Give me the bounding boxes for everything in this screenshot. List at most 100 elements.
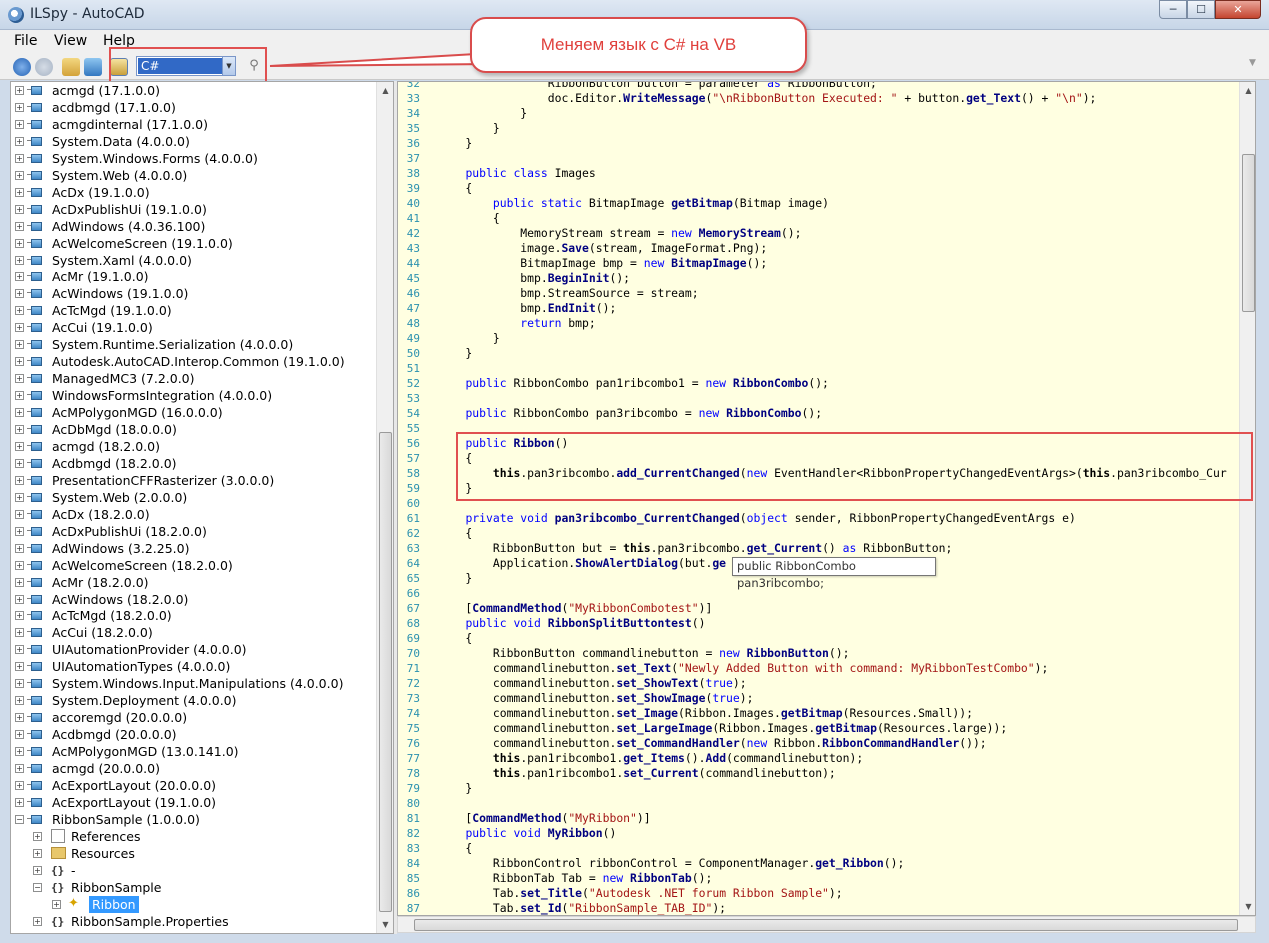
tree-item[interactable]: + AcMPolygonMGD (13.0.141.0): [11, 743, 379, 760]
tree-item[interactable]: + acdbmgd (17.1.0.0): [11, 99, 379, 116]
code-text[interactable]: RibbonTab Tab = new RibbonTab();: [438, 871, 712, 886]
expand-icon[interactable]: +: [15, 797, 24, 807]
expand-icon[interactable]: +: [15, 780, 24, 790]
tree-item[interactable]: + PresentationCFFRasterizer (3.0.0.0): [11, 472, 379, 489]
expand-icon[interactable]: +: [15, 204, 24, 214]
expand-icon[interactable]: +: [15, 611, 24, 621]
tree-item[interactable]: + AcMPolygonMGD (16.0.0.0): [11, 404, 379, 421]
tree-item[interactable]: + acmgd (20.0.0.0): [11, 760, 379, 777]
code-text[interactable]: {: [438, 841, 472, 856]
scroll-thumb[interactable]: [379, 432, 392, 912]
expand-icon[interactable]: +: [33, 848, 42, 858]
code-text[interactable]: doc.Editor.WriteMessage("\nRibbonButton …: [438, 91, 1097, 106]
code-text[interactable]: RibbonButton but = this.pan3ribcombo.get…: [438, 541, 953, 556]
tree-item-resources[interactable]: + Resources: [11, 845, 379, 862]
code-text[interactable]: commandlinebutton.set_ShowImage(true);: [438, 691, 754, 706]
code-text[interactable]: }: [438, 136, 472, 151]
tree-item[interactable]: + AcCui (19.1.0.0): [11, 319, 379, 336]
code-text[interactable]: this.pan1ribcombo1.get_Items().Add(comma…: [438, 751, 863, 766]
code-text[interactable]: {: [438, 631, 472, 646]
collapse-icon[interactable]: −: [33, 882, 42, 892]
expand-icon[interactable]: +: [15, 662, 24, 672]
tree-item[interactable]: + AcDxPublishUi (18.2.0.0): [11, 523, 379, 540]
tree-item[interactable]: + System.Windows.Forms (4.0.0.0): [11, 150, 379, 167]
tree-item[interactable]: + UIAutomationProvider (4.0.0.0): [11, 641, 379, 658]
expand-icon[interactable]: +: [15, 645, 24, 655]
code-text[interactable]: Application.ShowAlertDialog(but.ge: [438, 556, 726, 571]
code-text[interactable]: commandlinebutton.set_LargeImage(Ribbon.…: [438, 721, 1007, 736]
tree-item[interactable]: + AdWindows (3.2.25.0): [11, 540, 379, 557]
code-horizontal-scrollbar[interactable]: [397, 916, 1256, 933]
expand-icon[interactable]: +: [15, 458, 24, 468]
tree-item[interactable]: + AcDx (19.1.0.0): [11, 184, 379, 201]
maximize-button[interactable]: ☐: [1187, 0, 1215, 19]
code-text[interactable]: public void MyRibbon(): [438, 826, 616, 841]
tree-item[interactable]: + accoremgd (20.0.0.0): [11, 709, 379, 726]
expand-icon[interactable]: +: [33, 916, 42, 926]
expand-icon[interactable]: +: [15, 289, 24, 299]
code-text[interactable]: Tab.set_Id("RibbonSample_TAB_ID");: [438, 901, 726, 915]
tree-item[interactable]: + AdWindows (4.0.36.100): [11, 218, 379, 235]
code-text[interactable]: [CommandMethod("MyRibbon")]: [438, 811, 650, 826]
code-text[interactable]: public RibbonCombo pan1ribcombo1 = new R…: [438, 376, 828, 391]
code-text[interactable]: }: [438, 346, 472, 361]
expand-icon[interactable]: +: [15, 323, 24, 333]
code-text[interactable]: commandlinebutton.set_ShowText(true);: [438, 676, 747, 691]
tree-item[interactable]: + ManagedMC3 (7.2.0.0): [11, 370, 379, 387]
tree-item[interactable]: + acmgd (17.1.0.0): [11, 82, 379, 99]
code-text[interactable]: RibbonButton commandlinebutton = new Rib…: [438, 646, 850, 661]
expand-icon[interactable]: +: [15, 425, 24, 434]
tree-item[interactable]: + UIAutomationTypes (4.0.0.0): [11, 658, 379, 675]
expand-icon[interactable]: +: [15, 475, 24, 485]
tree-item-namespace[interactable]: + {} RibbonSample.Properties: [11, 913, 379, 930]
tree-item[interactable]: + Acdbmgd (20.0.0.0): [11, 726, 379, 743]
code-text[interactable]: bmp.StreamSource = stream;: [438, 286, 698, 301]
minimize-button[interactable]: ─: [1159, 0, 1187, 19]
tree-item[interactable]: + System.Data (4.0.0.0): [11, 133, 379, 150]
code-text[interactable]: commandlinebutton.set_Text("Newly Added …: [438, 661, 1049, 676]
expand-icon[interactable]: +: [15, 628, 24, 638]
tree-item[interactable]: + System.Xaml (4.0.0.0): [11, 252, 379, 269]
tree-item-namespace[interactable]: −{} RibbonSample: [11, 879, 379, 896]
expand-icon[interactable]: +: [52, 899, 61, 909]
toolbar-overflow-icon[interactable]: ▼: [1249, 58, 1261, 76]
code-text[interactable]: private void pan3ribcombo_CurrentChanged…: [438, 511, 1075, 526]
back-icon[interactable]: [13, 58, 31, 76]
code-text[interactable]: {: [438, 526, 472, 541]
tree-item[interactable]: + AcWelcomeScreen (18.2.0.0): [11, 557, 379, 574]
tree-item[interactable]: + acmgdinternal (17.1.0.0): [11, 116, 379, 133]
code-text[interactable]: commandlinebutton.set_CommandHandler(new…: [438, 736, 987, 751]
code-text[interactable]: RibbonControl ribbonControl = ComponentM…: [438, 856, 904, 871]
expand-icon[interactable]: +: [15, 238, 24, 248]
code-text[interactable]: public static BitmapImage getBitmap(Bitm…: [438, 196, 829, 211]
tree-item[interactable]: + AcDbMgd (18.0.0.0): [11, 421, 379, 438]
tree-item[interactable]: + System.Deployment (4.0.0.0): [11, 692, 379, 709]
forward-icon[interactable]: [35, 58, 53, 76]
expand-icon[interactable]: +: [15, 696, 24, 706]
expand-icon[interactable]: +: [15, 747, 24, 757]
code-text[interactable]: {: [438, 181, 472, 196]
code-text[interactable]: }: [438, 571, 472, 586]
tree-item[interactable]: + AcExportLayout (19.1.0.0): [11, 794, 379, 811]
expand-icon[interactable]: +: [15, 560, 24, 570]
code-text[interactable]: bmp.EndInit();: [438, 301, 616, 316]
expand-icon[interactable]: +: [33, 831, 42, 841]
code-text[interactable]: public void RibbonSplitButtontest(): [438, 616, 705, 631]
expand-icon[interactable]: +: [15, 509, 24, 519]
expand-icon[interactable]: +: [15, 136, 24, 146]
code-text[interactable]: MemoryStream stream = new MemoryStream()…: [438, 226, 801, 241]
code-text[interactable]: }: [438, 781, 472, 796]
expand-icon[interactable]: +: [15, 187, 24, 197]
expand-icon[interactable]: +: [15, 102, 24, 112]
tree-item-references[interactable]: + References: [11, 828, 379, 845]
tree-item-namespace[interactable]: + {} -: [11, 862, 379, 879]
tree-item[interactable]: + AcExportLayout (20.0.0.0): [11, 777, 379, 794]
tree-item[interactable]: + System.Runtime.Serialization (4.0.0.0): [11, 336, 379, 353]
tree-item-ribbonsample[interactable]: − RibbonSample (1.0.0.0): [11, 811, 379, 828]
code-text[interactable]: BitmapImage bmp = new BitmapImage();: [438, 256, 767, 271]
menu-view[interactable]: View: [54, 33, 87, 49]
tree-item[interactable]: + System.Web (2.0.0.0): [11, 489, 379, 506]
expand-icon[interactable]: +: [15, 86, 24, 95]
expand-icon[interactable]: +: [15, 374, 24, 384]
menu-file[interactable]: File: [14, 33, 37, 49]
